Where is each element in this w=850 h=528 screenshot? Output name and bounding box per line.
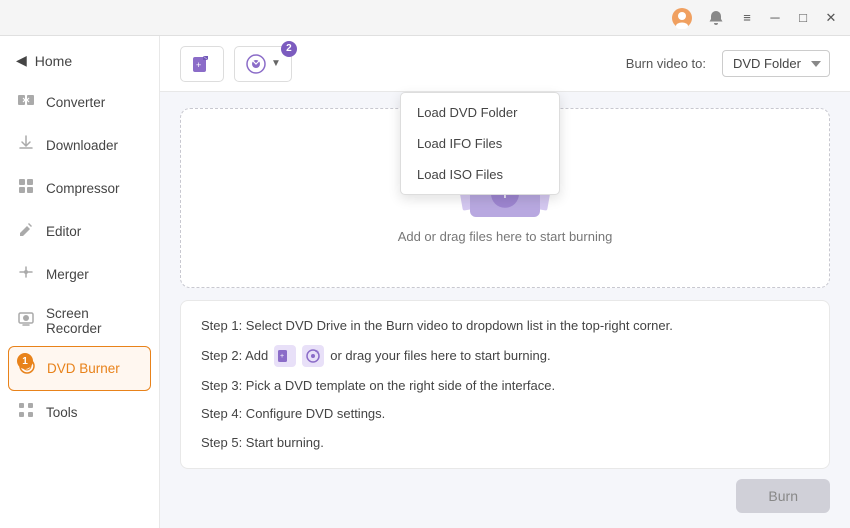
menu-icon[interactable]: ≡ [736,7,758,29]
back-home-button[interactable]: ◀ Home [0,44,159,77]
maximize-button[interactable]: □ [792,7,814,29]
step-1: Step 1: Select DVD Drive in the Burn vid… [201,317,809,335]
step-4-text: Step 4: Configure DVD settings. [201,405,385,423]
back-label: Home [35,53,72,69]
step-2-suffix: or drag your files here to start burning… [330,347,550,365]
load-badge: 2 [281,41,297,57]
sidebar-item-merger[interactable]: Merger [0,253,159,296]
sidebar-item-converter[interactable]: Converter [0,81,159,124]
step-3: Step 3: Pick a DVD template on the right… [201,377,809,395]
burn-button[interactable]: Burn [736,479,830,513]
step-3-text: Step 3: Pick a DVD template on the right… [201,377,555,395]
sidebar: ◀ Home Converter Downloader Compressor [0,36,160,528]
sidebar-item-label: DVD Burner [47,361,120,376]
instructions-panel: Step 1: Select DVD Drive in the Burn vid… [180,300,830,469]
sidebar-item-editor[interactable]: Editor [0,210,159,253]
sidebar-item-label: Tools [46,405,78,420]
title-bar: ≡ ─ □ ✕ [0,0,850,36]
burn-to-select[interactable]: DVD Folder DVD Drive ISO File [722,50,830,77]
sidebar-item-label: Converter [46,95,105,110]
editor-icon [16,220,36,243]
merger-icon [16,263,36,286]
sidebar-item-label: Downloader [46,138,118,153]
dropdown-arrow: ▼ [271,58,281,69]
sidebar-item-label: Compressor [46,181,120,196]
load-dvd-folder[interactable]: Load DVD Folder [401,97,559,128]
svg-text:+: + [196,60,201,70]
sidebar-item-label: Screen Recorder [46,306,143,336]
sidebar-item-label: Merger [46,267,89,282]
add-file-button[interactable]: + [180,46,224,82]
main-content: + 2 ▼ Load DVD Folder Load IFO Files [160,36,850,528]
sidebar-item-tools[interactable]: Tools [0,391,159,434]
downloader-icon [16,134,36,157]
load-iso-files[interactable]: Load ISO Files [401,159,559,190]
drop-zone-text: Add or drag files here to start burning [398,229,613,244]
step-5-text: Step 5: Start burning. [201,434,324,452]
sidebar-item-screen-recorder[interactable]: Screen Recorder [0,296,159,346]
user-icon[interactable] [668,4,696,32]
app-body: ◀ Home Converter Downloader Compressor [0,36,850,528]
add-dvd-icon: + [302,345,324,367]
bottom-bar: Burn [160,469,850,523]
svg-text:+: + [315,349,319,356]
bell-icon[interactable] [702,4,730,32]
sidebar-item-dvd-burner[interactable]: 1 DVD Burner [8,346,151,391]
tools-icon [16,401,36,424]
step-5: Step 5: Start burning. [201,434,809,452]
close-button[interactable]: ✕ [820,7,842,29]
title-bar-controls: ≡ ─ □ ✕ [668,4,842,32]
step-1-text: Step 1: Select DVD Drive in the Burn vid… [201,317,673,335]
converter-icon [16,91,36,114]
svg-text:+: + [280,353,284,360]
sidebar-item-downloader[interactable]: Downloader [0,124,159,167]
load-ifo-files[interactable]: Load IFO Files [401,128,559,159]
compressor-icon [16,177,36,200]
sidebar-item-compressor[interactable]: Compressor [0,167,159,210]
step-2: Step 2: Add + + or drag your files here … [201,345,809,367]
load-button[interactable]: 2 ▼ [234,46,292,82]
toolbar: + 2 ▼ Load DVD Folder Load IFO Files [160,36,850,92]
step-2-prefix: Step 2: Add [201,347,268,365]
sidebar-badge: 1 [17,353,33,369]
dropdown-menu: Load DVD Folder Load IFO Files Load ISO … [400,92,560,195]
screen-recorder-icon [16,310,36,333]
minimize-button[interactable]: ─ [764,7,786,29]
burn-to-label: Burn video to: [626,56,706,71]
step-4: Step 4: Configure DVD settings. [201,405,809,423]
add-video-icon: + [274,345,296,367]
back-icon: ◀ [16,52,27,69]
sidebar-item-label: Editor [46,224,81,239]
